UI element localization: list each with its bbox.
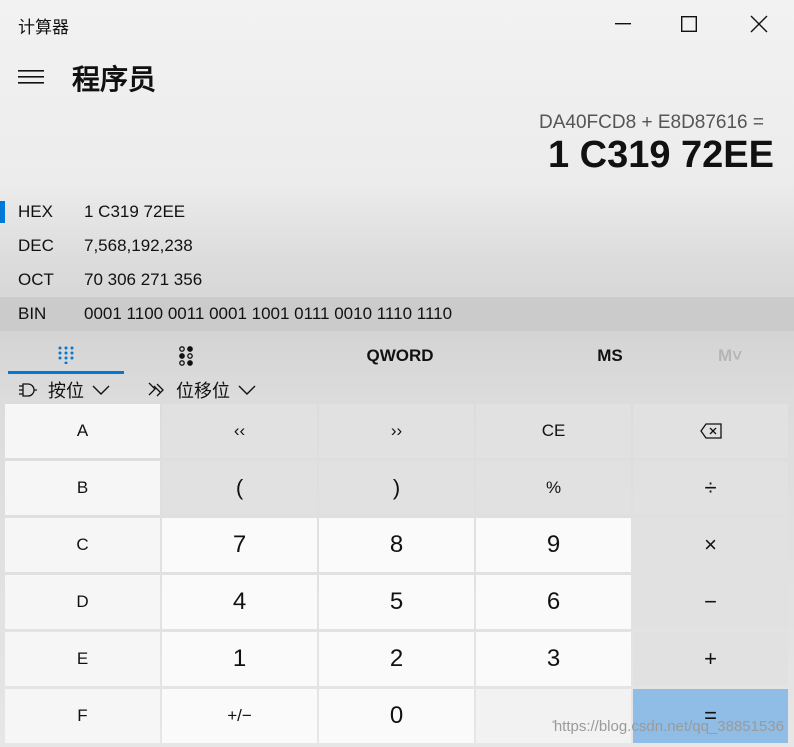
bitwise-dropdown[interactable]: 按位 [18,374,110,406]
close-button[interactable] [726,0,792,48]
key-negate[interactable]: +/− [162,689,317,743]
result-display: 1 C319 72EE [547,134,774,176]
minimize-button[interactable] [590,0,656,48]
key-7[interactable]: 7 [162,518,317,572]
key-clear-entry[interactable]: CE [476,404,631,458]
key-d[interactable]: D [5,575,160,629]
key-close-paren[interactable]: ) [319,461,474,515]
radix-value: 7,568,192,238 [84,236,193,255]
hamburger-icon [18,70,44,84]
maximize-icon [681,16,697,32]
chevron-down-icon [238,385,256,395]
radix-label: HEX [18,202,53,221]
key-add[interactable]: + [633,632,788,686]
bit-shift-label: 位移位 [176,381,230,402]
key-8[interactable]: 8 [319,518,474,572]
backspace-icon [699,423,722,439]
radix-label: BIN [18,304,47,323]
key-0[interactable]: 0 [319,689,474,743]
key-3[interactable]: 3 [476,632,631,686]
key-right-shift[interactable]: ›› [319,404,474,458]
expression-display: DA40FCD8 + E8D87616 = [539,112,764,133]
key-divide[interactable]: ÷ [633,461,788,515]
mode-title: 程序员 [72,63,157,96]
keypad: A ‹‹ ›› CE B ( ) % ÷ C 7 8 9 × D 4 5 6 −… [5,404,791,744]
bit-shift-icon [146,381,166,399]
radix-row-dec[interactable]: DEC 7,568,192,238 [0,229,794,263]
chevron-down-icon [92,385,110,395]
key-6[interactable]: 6 [476,575,631,629]
key-1[interactable]: 1 [162,632,317,686]
key-b[interactable]: B [5,461,160,515]
key-9[interactable]: 9 [476,518,631,572]
key-e[interactable]: E [5,632,160,686]
logic-gate-icon [18,382,38,398]
full-keypad-icon [58,346,74,364]
title-bar: 计算器 [0,0,794,48]
radix-value: 1 C319 72EE [84,202,186,221]
operator-dropdown-row: 按位 位移位 [0,374,794,406]
minimize-icon [615,23,631,25]
key-left-shift[interactable]: ‹‹ [162,404,317,458]
key-subtract[interactable]: − [633,575,788,629]
bit-toggle-keypad-icon [179,346,193,366]
key-modulo[interactable]: % [476,461,631,515]
key-f[interactable]: F [5,689,160,743]
radix-row-hex[interactable]: HEX 1 C319 72EE [0,195,794,229]
key-open-paren[interactable]: ( [162,461,317,515]
radix-label: DEC [18,236,54,255]
key-4[interactable]: 4 [162,575,317,629]
key-multiply[interactable]: × [633,518,788,572]
radix-value: 0001 1100 0011 0001 1001 0111 0010 1110 … [84,304,453,323]
key-a[interactable]: A [5,404,160,458]
radix-row-oct[interactable]: OCT 70 306 271 356 [0,263,794,297]
bitwise-label: 按位 [48,381,84,402]
radix-value: 70 306 271 356 [84,270,203,289]
memory-list-button[interactable]: M˅ [700,338,760,374]
radix-row-bin[interactable]: BIN 0001 1100 0011 0001 1001 0111 0010 1… [0,297,794,331]
maximize-button[interactable] [656,0,722,48]
memory-store-button[interactable]: MS [570,338,650,374]
bit-shift-dropdown[interactable]: 位移位 [146,374,256,406]
tab-bit-toggle-keypad[interactable] [128,338,244,374]
keypad-mode-tabs: QWORD MS M˅ [0,338,794,374]
radix-label: OCT [18,270,54,289]
navigation-menu-button[interactable] [14,62,48,92]
key-c[interactable]: C [5,518,160,572]
tab-full-keypad[interactable] [8,338,124,374]
watermark-text: https://blog.csdn.net/qq_38851536 [553,718,784,735]
close-icon [750,15,768,33]
key-5[interactable]: 5 [319,575,474,629]
word-size-button[interactable]: QWORD [320,338,480,374]
key-backspace[interactable] [633,404,788,458]
key-2[interactable]: 2 [319,632,474,686]
app-title: 计算器 [18,18,69,38]
